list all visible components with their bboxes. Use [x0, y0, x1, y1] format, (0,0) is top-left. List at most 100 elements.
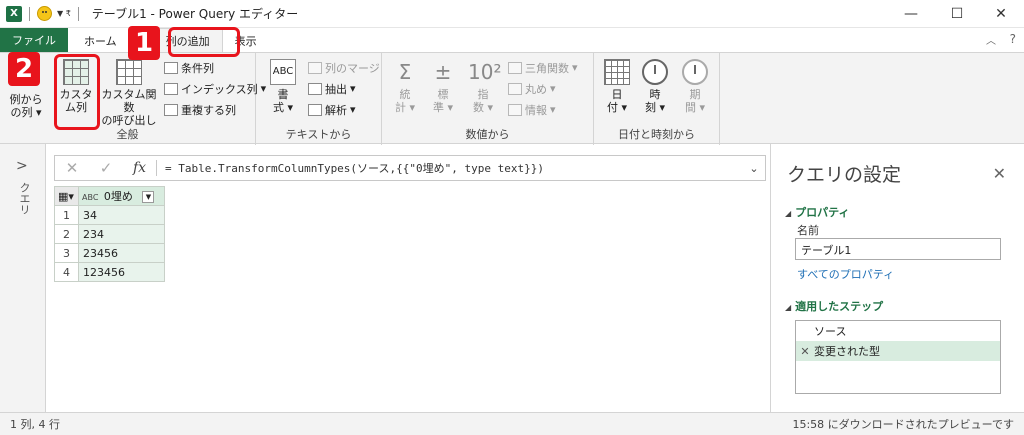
label: カスタム関数	[101, 88, 157, 114]
merge-columns-icon	[308, 61, 322, 74]
parse-icon	[308, 103, 322, 116]
conditional-column-icon	[164, 61, 178, 74]
cell[interactable]: 34	[78, 205, 165, 225]
fx-icon[interactable]: fx	[123, 160, 157, 176]
quick-access-dropdown-icon[interactable]: ▼ ₹	[57, 9, 71, 18]
close-button[interactable]: ✕	[978, 0, 1024, 28]
cell[interactable]: 23456	[78, 243, 165, 263]
group-label-number: 数値から	[465, 128, 510, 141]
exponent-icon: 10²	[468, 60, 502, 84]
duration-button[interactable]: 期 間 ▾	[680, 59, 710, 114]
stopwatch-icon	[682, 59, 708, 85]
step-badge-1: 1	[128, 26, 160, 60]
window-title: テーブル1 - Power Query エディター	[91, 7, 299, 21]
format-button[interactable]: ABC 書 式 ▾	[266, 59, 300, 114]
filter-dropdown-icon[interactable]: ▼	[142, 191, 155, 203]
all-properties-link[interactable]: すべてのプロパティ	[797, 266, 894, 282]
collapse-triangle-icon: ◢	[785, 209, 792, 218]
status-bar: 1 列, 4 行 15:58 にダウンロードされたプレビューです	[0, 412, 1024, 435]
row-number: 4	[54, 262, 79, 282]
name-label: 名前	[797, 224, 819, 237]
header-row: ▦▾ ABC 0埋め ▼	[54, 186, 165, 206]
label: 数 ▾	[472, 101, 494, 114]
information-button[interactable]: 情報 ▾	[508, 101, 556, 118]
query-name-input[interactable]: テーブル1	[795, 238, 1001, 260]
label: 期	[689, 88, 701, 101]
excel-icon: X	[6, 5, 22, 22]
row-number: 2	[54, 224, 79, 244]
close-settings-icon[interactable]: ✕	[993, 164, 1006, 183]
label: 計 ▾	[394, 101, 416, 114]
text-type-icon[interactable]: ABC	[82, 193, 98, 202]
collapse-ribbon-icon[interactable]: ︿	[986, 32, 996, 47]
confirm-formula-icon[interactable]: ✓	[89, 159, 123, 177]
row-number: 1	[54, 205, 79, 225]
group-text: ABC 書 式 ▾ 列のマージ 抽出 ▾ 解析 ▾ テキストから	[256, 53, 382, 145]
index-column-icon	[164, 82, 178, 95]
expand-formula-icon[interactable]: ⌄	[743, 162, 765, 175]
label: 日	[611, 88, 623, 101]
column-name: 0埋め	[103, 190, 133, 203]
label: 付 ▾	[606, 101, 628, 114]
properties-section[interactable]: ◢ プロパティ	[785, 204, 850, 220]
query-settings-pane: クエリの設定 ✕ ◢ プロパティ 名前 テーブル1 すべてのプロパティ ◢ 適用した…	[770, 144, 1024, 412]
status-row-count: 1 列, 4 行	[10, 418, 60, 431]
applied-steps-section[interactable]: ◢ 適用したステップ	[785, 298, 883, 314]
index-column-button[interactable]: インデックス列 ▾	[164, 80, 266, 97]
column-header[interactable]: ABC 0埋め ▼	[78, 186, 165, 206]
label: 統	[399, 88, 411, 101]
label: 書	[277, 88, 289, 101]
column-from-examples-button[interactable]: 例から の列 ▾	[4, 93, 48, 119]
label: 標	[437, 88, 449, 101]
help-icon[interactable]: ?	[1010, 32, 1016, 46]
standard-button[interactable]: ± 標 準 ▾	[428, 59, 458, 114]
time-button[interactable]: 時 刻 ▾	[640, 59, 670, 114]
applied-steps-list: ソース ✕ 変更された型	[795, 320, 1001, 394]
parse-button[interactable]: 解析 ▾	[308, 101, 356, 118]
table-row[interactable]: 1 34	[54, 205, 165, 225]
rounding-button[interactable]: 丸め ▾	[508, 80, 556, 97]
scientific-button[interactable]: 10² 指 数 ▾	[468, 59, 502, 114]
label: の列 ▾	[10, 106, 42, 119]
minimize-button[interactable]: —	[888, 0, 934, 28]
group-label-datetime: 日付と時刻から	[618, 128, 695, 141]
step-item[interactable]: ソース	[796, 321, 1000, 341]
queries-label[interactable]: クエリ	[16, 182, 32, 215]
label: 指	[477, 88, 489, 101]
expand-queries-icon[interactable]: >	[16, 158, 28, 174]
operators-icon: ±	[434, 60, 452, 84]
feedback-smile-icon[interactable]	[37, 6, 52, 21]
cell[interactable]: 123456	[78, 262, 165, 282]
trigonometry-button[interactable]: 三角関数 ▾	[508, 59, 578, 76]
round-icon	[508, 82, 522, 95]
extract-icon	[308, 82, 322, 95]
separator	[77, 6, 79, 21]
formula-input[interactable]: = Table.TransformColumnTypes(ソース,{{"0埋め"…	[165, 160, 743, 176]
duplicate-column-button[interactable]: 重複する列	[164, 101, 236, 118]
step-item-selected[interactable]: ✕ 変更された型	[796, 341, 1000, 361]
merge-columns-button[interactable]: 列のマージ	[308, 59, 380, 76]
info-icon	[508, 103, 522, 116]
title-bar: X ▼ ₹ テーブル1 - Power Query エディター — ☐ ✕	[0, 0, 1024, 28]
highlight-custom-column	[54, 54, 100, 130]
date-button[interactable]: 日 付 ▾	[602, 59, 632, 114]
queries-pane: > クエリ	[0, 144, 46, 412]
group-label-general: 全般	[116, 128, 139, 141]
table-row[interactable]: 2 234	[54, 224, 165, 244]
delete-step-icon[interactable]: ✕	[796, 345, 814, 358]
invoke-custom-function-button[interactable]: カスタム関数 の呼び出し	[98, 59, 160, 127]
tab-home[interactable]: ホーム	[72, 30, 129, 52]
table-row[interactable]: 3 23456	[54, 243, 165, 263]
table-row[interactable]: 4 123456	[54, 262, 165, 282]
cell[interactable]: 234	[78, 224, 165, 244]
highlight-tab-add-column	[168, 27, 240, 57]
clock-icon	[642, 59, 668, 85]
cancel-formula-icon[interactable]: ✕	[55, 159, 89, 177]
extract-button[interactable]: 抽出 ▾	[308, 80, 356, 97]
conditional-column-button[interactable]: 条件列	[164, 59, 214, 76]
table-menu-icon[interactable]: ▦▾	[54, 186, 79, 206]
maximize-button[interactable]: ☐	[934, 0, 980, 28]
statistics-button[interactable]: Σ 統 計 ▾	[390, 59, 420, 114]
separator	[29, 6, 30, 21]
tab-file[interactable]: ファイル	[0, 28, 68, 52]
